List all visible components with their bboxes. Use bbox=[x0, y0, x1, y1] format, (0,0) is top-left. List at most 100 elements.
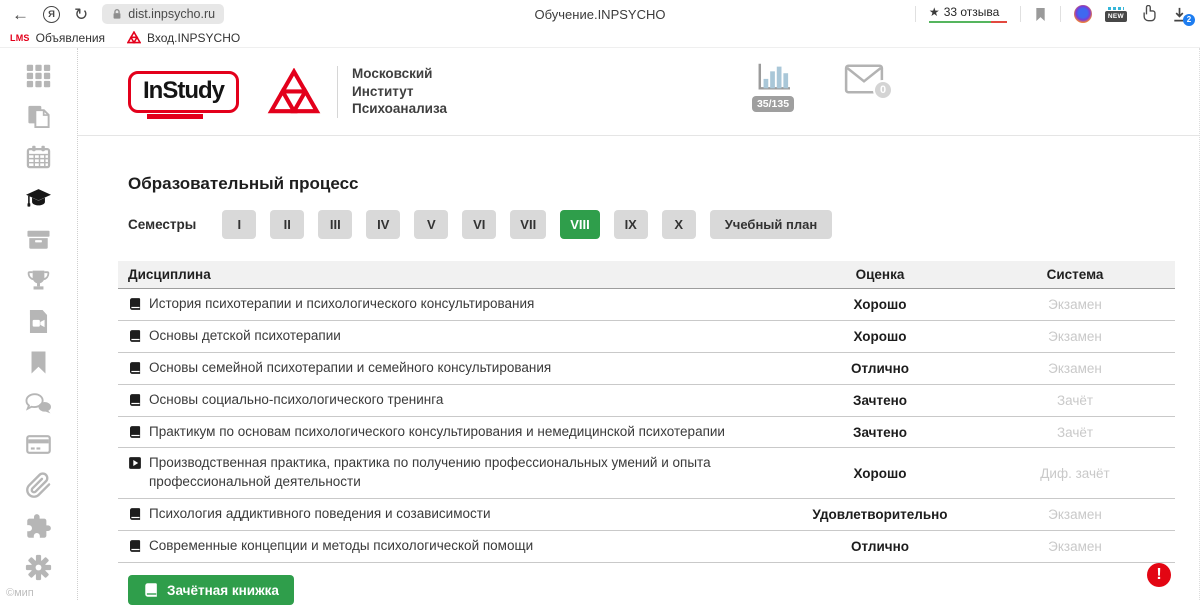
instudy-logo-stand bbox=[147, 114, 203, 119]
copyright-label: ©мип bbox=[6, 587, 34, 599]
address-bar[interactable]: dist.inpsycho.ru bbox=[102, 4, 224, 24]
chat-icon bbox=[25, 390, 52, 417]
grade-value: Хорошо bbox=[785, 297, 975, 312]
bookmark-label: Объявления bbox=[36, 31, 105, 45]
semesters-label: Семестры bbox=[128, 217, 196, 232]
lms-favicon: LMS bbox=[10, 33, 30, 43]
sidebar-item-bookmark[interactable] bbox=[25, 349, 52, 376]
sidebar-item-paperclip[interactable] bbox=[25, 472, 52, 499]
table-row[interactable]: Психология аддиктивного поведения и соза… bbox=[118, 499, 1175, 531]
sidebar-item-graduation-cap[interactable] bbox=[25, 185, 52, 212]
mail-badge: 0 bbox=[873, 80, 893, 100]
bookmark-flag-icon[interactable] bbox=[1034, 7, 1047, 22]
messages-button[interactable]: 0 bbox=[844, 64, 884, 94]
sidebar-item-grid[interactable] bbox=[25, 62, 52, 89]
gradebook-button[interactable]: Зачётная книжка bbox=[128, 575, 294, 605]
new-extension-icon[interactable]: NEW bbox=[1105, 7, 1127, 22]
semester-button-VII[interactable]: VII bbox=[510, 210, 546, 239]
sidebar-item-calendar[interactable] bbox=[25, 144, 52, 171]
logo-divider bbox=[337, 66, 338, 118]
table-row[interactable]: Основы семейной психотерапии и семейного… bbox=[118, 353, 1175, 385]
extension-icon[interactable] bbox=[1074, 5, 1092, 23]
column-header-system: Система bbox=[975, 261, 1175, 288]
table-row[interactable]: Практикум по основам психологического ко… bbox=[118, 417, 1175, 449]
grade-value: Зачтено bbox=[785, 393, 975, 408]
grade-value: Удовлетворительно bbox=[785, 507, 975, 522]
table-row[interactable]: Основы детской психотерапииХорошоЭкзамен bbox=[118, 321, 1175, 353]
book-icon bbox=[128, 391, 142, 407]
toolbar-separator bbox=[915, 6, 916, 22]
semester-button-V[interactable]: V bbox=[414, 210, 448, 239]
instudy-logo[interactable]: InStudy bbox=[128, 71, 239, 113]
new-icon-decoration bbox=[1108, 7, 1124, 10]
book-icon bbox=[128, 327, 142, 343]
toolbar-separator bbox=[1060, 6, 1061, 22]
calendar-icon bbox=[25, 144, 52, 171]
disciplines-table: Дисциплина Оценка Система История психот… bbox=[118, 261, 1175, 563]
video-play-icon bbox=[128, 454, 142, 470]
system-value: Зачёт bbox=[975, 425, 1175, 440]
browser-toolbar: ← Я ↻ dist.inpsycho.ru Обучение.INPSYCHO… bbox=[0, 0, 1200, 28]
sidebar-item-puzzle[interactable] bbox=[25, 513, 52, 540]
mip-favicon bbox=[127, 31, 141, 44]
app-sidebar: ©мип bbox=[0, 48, 78, 600]
sidebar-item-gear[interactable] bbox=[25, 554, 52, 581]
url-text: dist.inpsycho.ru bbox=[128, 7, 215, 21]
book-icon bbox=[128, 359, 142, 375]
semester-button-IV[interactable]: IV bbox=[366, 210, 400, 239]
gear-icon bbox=[25, 554, 52, 581]
table-header-row: Дисциплина Оценка Система bbox=[118, 261, 1175, 289]
downloads-button[interactable]: 2 bbox=[1171, 6, 1188, 23]
semester-button-I[interactable]: I bbox=[222, 210, 256, 239]
discipline-name: Практикум по основам психологического ко… bbox=[149, 423, 725, 442]
table-row[interactable]: Современные концепции и методы психологи… bbox=[118, 531, 1175, 563]
grade-value: Хорошо bbox=[785, 466, 975, 481]
sidebar-item-chat[interactable] bbox=[25, 390, 52, 417]
site-reviews-button[interactable]: ★ 33 отзыва bbox=[929, 5, 1007, 24]
sidebar-item-card[interactable] bbox=[25, 431, 52, 458]
column-header-grade: Оценка bbox=[785, 261, 975, 288]
bookmark-item[interactable]: LMS Объявления bbox=[10, 31, 105, 45]
sidebar-item-video-file[interactable] bbox=[25, 308, 52, 335]
collections-icon[interactable] bbox=[1140, 5, 1158, 23]
grade-value: Отлично bbox=[785, 539, 975, 554]
toolbar-separator bbox=[1020, 6, 1021, 22]
table-row[interactable]: Основы социально-психологического тренин… bbox=[118, 385, 1175, 417]
semester-button-X[interactable]: X bbox=[662, 210, 696, 239]
semester-button-III[interactable]: III bbox=[318, 210, 352, 239]
table-row[interactable]: История психотерапии и психологического … bbox=[118, 289, 1175, 321]
yandex-browser-icon[interactable]: Я bbox=[43, 6, 60, 23]
card-icon bbox=[25, 431, 52, 458]
bar-chart-icon bbox=[750, 60, 796, 94]
semester-button-VI[interactable]: VI bbox=[462, 210, 496, 239]
progress-stats-button[interactable]: 35/135 bbox=[750, 60, 796, 112]
curriculum-button[interactable]: Учебный план bbox=[710, 210, 832, 239]
trophy-icon bbox=[25, 267, 52, 294]
site-header: InStudy Московский Институт Психоанализа bbox=[78, 48, 1199, 136]
table-row[interactable]: Производственная практика, практика по п… bbox=[118, 448, 1175, 499]
institute-name: Московский Институт Психоанализа bbox=[352, 65, 447, 118]
reviews-label: 33 отзыва bbox=[944, 5, 1000, 19]
system-value: Зачёт bbox=[975, 393, 1175, 408]
sidebar-item-archive-box[interactable] bbox=[25, 226, 52, 253]
bookmark-item[interactable]: Вход.INPSYCHO bbox=[127, 31, 240, 45]
refresh-icon[interactable]: ↻ bbox=[74, 6, 88, 23]
lock-icon bbox=[111, 8, 123, 20]
grade-value: Зачтено bbox=[785, 425, 975, 440]
new-badge: NEW bbox=[1105, 11, 1127, 22]
grade-value: Отлично bbox=[785, 361, 975, 376]
system-value: Экзамен bbox=[975, 361, 1175, 376]
discipline-name: Производственная практика, практика по п… bbox=[149, 454, 775, 492]
semester-button-IX[interactable]: IX bbox=[614, 210, 648, 239]
semester-button-VIII[interactable]: VIII bbox=[560, 210, 600, 239]
alert-icon[interactable]: ! bbox=[1147, 563, 1171, 587]
book-icon bbox=[128, 423, 142, 439]
semester-button-II[interactable]: II bbox=[270, 210, 304, 239]
sidebar-item-trophy[interactable] bbox=[25, 267, 52, 294]
sidebar-item-documents[interactable] bbox=[25, 103, 52, 130]
institute-logo-icon[interactable] bbox=[267, 68, 321, 116]
star-icon: ★ bbox=[929, 5, 940, 19]
semester-selector: Семестры IIIIIIIVVVIVIIVIIIIXX Учебный п… bbox=[128, 210, 1175, 239]
paperclip-icon bbox=[25, 472, 52, 499]
back-icon[interactable]: ← bbox=[12, 6, 29, 23]
